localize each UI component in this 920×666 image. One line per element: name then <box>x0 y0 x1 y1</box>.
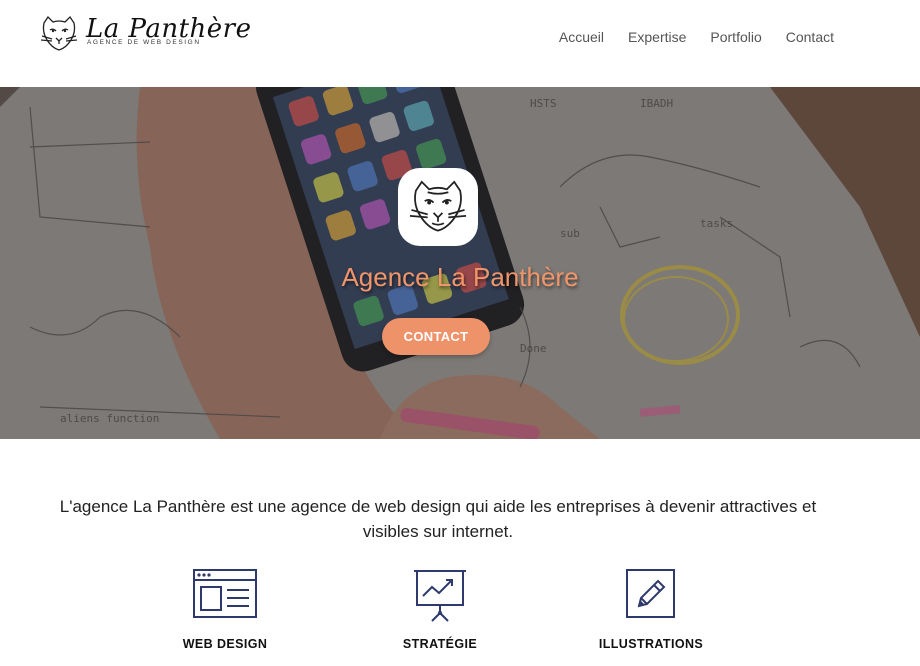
panther-head-icon <box>40 15 78 51</box>
contact-button[interactable]: CONTACT <box>382 318 490 355</box>
brand-logo[interactable]: La Panthère AGENCE DE WEB DESIGN <box>38 14 251 54</box>
presentation-chart-icon <box>414 570 466 622</box>
intro-text: L'agence La Panthère est une agence de w… <box>59 497 817 541</box>
brand-tagline: AGENCE DE WEB DESIGN <box>87 39 201 46</box>
nav-item-accueil[interactable]: Accueil <box>559 29 604 45</box>
main-nav: Accueil Expertise Portfolio Contact <box>535 29 834 45</box>
service-label: WEB DESIGN <box>182 637 268 651</box>
pencil-icon <box>626 569 675 618</box>
service-strategie[interactable]: STRATÉGIE <box>360 568 520 651</box>
nav-item-expertise[interactable]: Expertise <box>628 29 686 45</box>
nav-item-contact[interactable]: Contact <box>786 29 834 45</box>
service-label: STRATÉGIE <box>402 637 478 651</box>
site-header: La Panthère AGENCE DE WEB DESIGN Accueil… <box>0 0 920 87</box>
service-label: ILLUSTRATIONS <box>598 637 704 651</box>
hero-logo-badge <box>398 168 478 246</box>
panther-head-icon <box>409 180 467 232</box>
service-illustrations[interactable]: ILLUSTRATIONS <box>571 568 731 651</box>
hero-title: Agence La Panthère <box>341 262 579 292</box>
hero-banner: HSTS IBADH sub tasks Done aliens functio… <box>0 87 920 439</box>
service-web-design[interactable]: WEB DESIGN <box>145 568 305 651</box>
browser-window-icon <box>193 569 257 618</box>
nav-item-portfolio[interactable]: Portfolio <box>710 29 761 45</box>
